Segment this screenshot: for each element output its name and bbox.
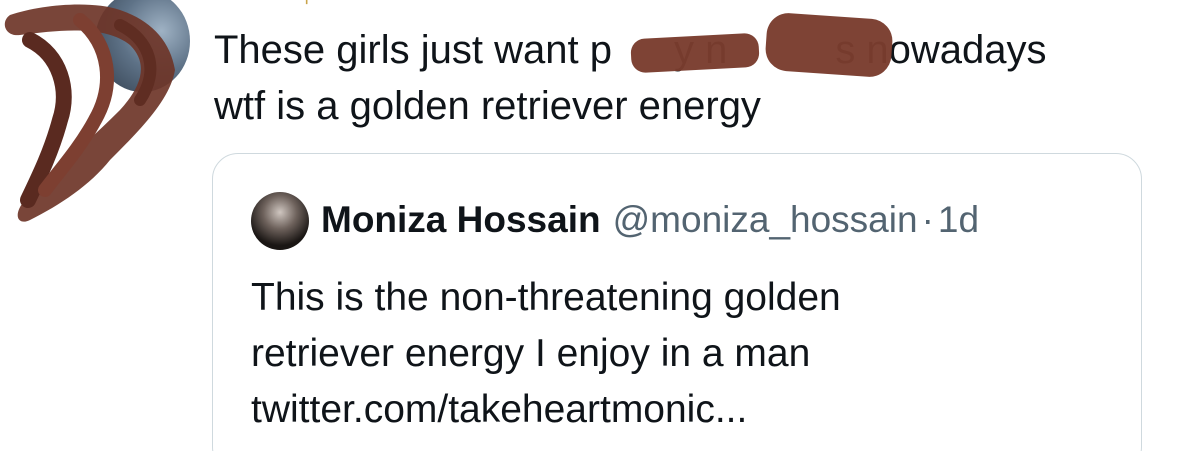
tweet-text-line-2: wtf is a golden retriever energy	[214, 84, 761, 128]
quoted-author-name[interactable]: Moniza Hossain	[321, 199, 601, 240]
redaction-mark	[630, 32, 760, 74]
badge-icon: ⚲	[300, 0, 360, 6]
quoted-tweet-time[interactable]: 1d	[938, 199, 979, 240]
quoted-author-avatar[interactable]	[251, 192, 309, 250]
quoted-text-link[interactable]: twitter.com/takeheartmonic...	[251, 382, 1111, 438]
tweet-text-part-a: These girls just want p	[214, 28, 612, 72]
quoted-text-line-2: retriever energy I enjoy in a man	[251, 332, 811, 375]
quoted-tweet-text: This is the non-threatening golden retri…	[251, 270, 1111, 438]
author-avatar[interactable]	[95, 0, 190, 92]
quoted-text-line-1: This is the non-threatening golden	[251, 276, 841, 319]
quoted-tweet-card[interactable]: Moniza Hossain @moniza_hossain · 1d This is…	[212, 153, 1142, 451]
quoted-tweet-header: Moniza Hossain @moniza_hossain · 1d	[321, 196, 979, 244]
redaction-mark	[764, 11, 894, 79]
separator-dot: ·	[921, 199, 934, 240]
quoted-author-handle[interactable]: @moniza_hossain	[613, 199, 918, 240]
